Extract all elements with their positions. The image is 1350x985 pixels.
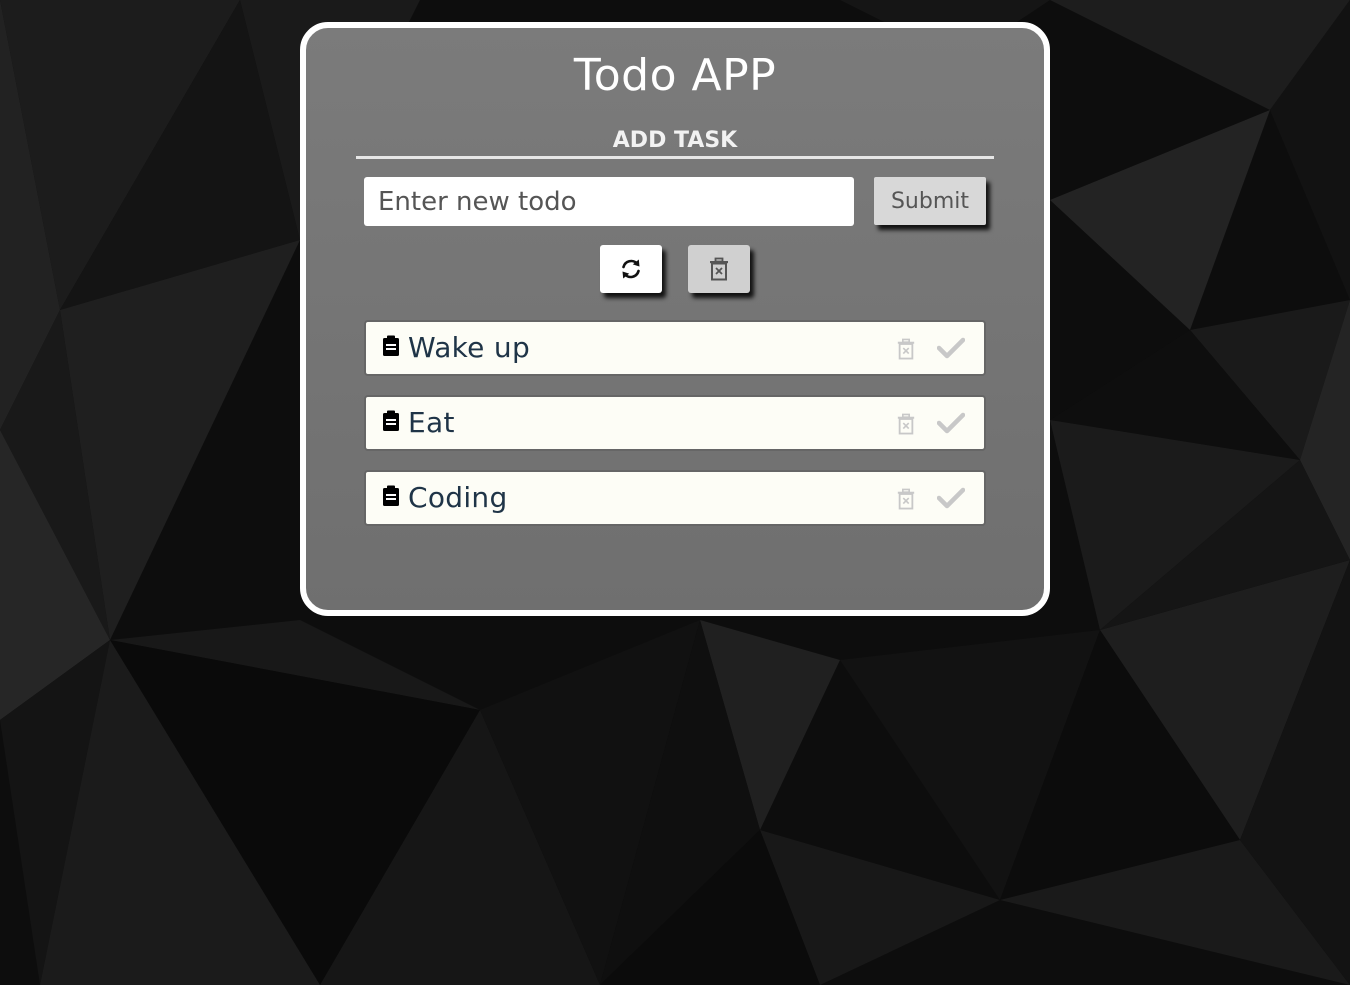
delete-todo-icon[interactable]: [896, 487, 916, 511]
todo-text: Eat: [408, 406, 455, 439]
complete-todo-icon[interactable]: [937, 487, 965, 509]
delete-todo-icon[interactable]: [896, 412, 916, 436]
clipboard-icon: [383, 335, 399, 356]
todo-item: Coding: [364, 470, 986, 526]
submit-button[interactable]: Submit: [874, 177, 986, 225]
todo-text: Coding: [408, 481, 508, 514]
todo-item: Eat: [364, 395, 986, 451]
complete-todo-icon[interactable]: [937, 337, 965, 359]
complete-todo-icon[interactable]: [937, 412, 965, 434]
clipboard-icon: [383, 485, 399, 506]
clear-all-button[interactable]: [688, 245, 750, 293]
refresh-icon: [622, 259, 640, 279]
todo-item: Wake up: [364, 320, 986, 376]
todo-card: Todo APP ADD TASK Submit Wak: [300, 22, 1050, 616]
refresh-button[interactable]: [600, 245, 662, 293]
new-todo-input[interactable]: [364, 177, 854, 226]
app-title: Todo APP: [573, 50, 777, 101]
heading-divider: [356, 156, 994, 159]
delete-todo-icon[interactable]: [896, 337, 916, 361]
clipboard-icon: [383, 410, 399, 431]
todo-list: Wake up Eat Coding: [364, 320, 986, 545]
add-task-heading: ADD TASK: [612, 128, 738, 153]
todo-text: Wake up: [408, 331, 531, 364]
trash-icon: [710, 257, 728, 281]
